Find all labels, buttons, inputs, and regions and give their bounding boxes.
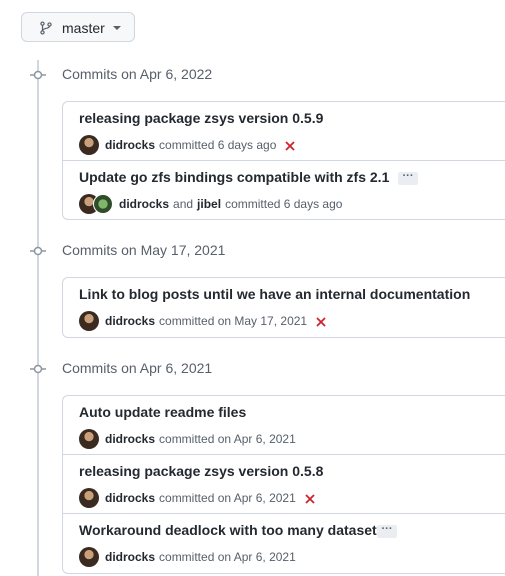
avatar[interactable]: [79, 429, 99, 449]
commit-meta: didrocks committed on Apr 6, 2021: [79, 429, 296, 449]
commit-list: releasing package zsys version 0.5.9 did…: [62, 101, 505, 220]
author-link[interactable]: didrocks: [105, 491, 155, 505]
author-link[interactable]: didrocks: [119, 197, 169, 211]
commit-meta: didrocks committed on Apr 6, 2021: [79, 488, 315, 508]
commit-node-icon: [30, 70, 46, 80]
expand-message-button[interactable]: ···: [398, 171, 418, 185]
author-link[interactable]: didrocks: [105, 314, 155, 328]
commit-time: committed 6 days ago: [225, 197, 343, 211]
commit-meta: didrocks committed on Apr 6, 2021: [79, 547, 296, 567]
commit-message-link[interactable]: Auto update readme files: [79, 404, 246, 420]
avatar[interactable]: [79, 135, 99, 155]
avatar[interactable]: [79, 488, 99, 508]
commit-time: committed 6 days ago: [159, 138, 277, 152]
commit-message-link[interactable]: releasing package zsys version 0.5.9: [79, 110, 323, 126]
commit-meta: didrocks committed 6 days ago: [79, 135, 296, 155]
and-text: and: [173, 197, 194, 211]
commit-message-link[interactable]: Update go zfs bindings compatible with z…: [79, 169, 389, 185]
commit-meta: didrocks committed on May 17, 2021: [79, 311, 326, 331]
commit-time: committed on Apr 6, 2021: [159, 550, 296, 564]
coauthor-link[interactable]: jibel: [197, 197, 221, 211]
x-icon[interactable]: [285, 141, 296, 151]
author-link[interactable]: didrocks: [105, 550, 155, 564]
commit-time: committed on Apr 6, 2021: [159, 432, 296, 446]
commit-list: Auto update readme files didrocks commit…: [62, 395, 505, 574]
commit-row: releasing package zsys version 0.5.8 did…: [63, 454, 505, 513]
commit-message-link[interactable]: Workaround deadlock with too many datase…: [79, 522, 384, 538]
commit-group-date: Commits on Apr 6, 2022: [62, 66, 213, 82]
author-link[interactable]: didrocks: [105, 432, 155, 446]
commit-row: Auto update readme files didrocks commit…: [63, 396, 505, 454]
avatar[interactable]: [79, 547, 99, 567]
commit-meta: didrocks and jibel committed 6 days ago: [79, 194, 342, 214]
commit-group-date: Commits on May 17, 2021: [62, 242, 226, 258]
expand-message-button[interactable]: ···: [377, 524, 397, 538]
x-icon[interactable]: [305, 494, 315, 504]
commit-message-link[interactable]: releasing package zsys version 0.5.8: [79, 463, 323, 479]
branch-selector-button[interactable]: master: [21, 12, 135, 42]
avatar[interactable]: [79, 311, 99, 331]
commit-list: Link to blog posts until we have an inte…: [62, 277, 505, 338]
avatar[interactable]: [93, 194, 113, 214]
commit-time: committed on May 17, 2021: [159, 314, 308, 328]
git-branch-icon: [40, 21, 52, 35]
x-icon[interactable]: [316, 317, 326, 327]
commit-group-date: Commits on Apr 6, 2021: [62, 360, 213, 376]
branch-name: master: [62, 20, 105, 36]
timeline-line: [37, 60, 39, 576]
chevron-down-icon: [113, 26, 121, 30]
commit-row: releasing package zsys version 0.5.9 did…: [63, 102, 505, 160]
commit-node-icon: [30, 246, 46, 256]
commit-message-link[interactable]: Link to blog posts until we have an inte…: [79, 286, 470, 302]
commit-row: Update go zfs bindings compatible with z…: [63, 160, 505, 219]
commit-row: Link to blog posts until we have an inte…: [63, 278, 505, 337]
author-link[interactable]: didrocks: [105, 138, 155, 152]
commit-row: Workaround deadlock with too many datase…: [63, 513, 505, 573]
commit-time: committed on Apr 6, 2021: [159, 491, 296, 505]
commit-node-icon: [30, 364, 46, 374]
